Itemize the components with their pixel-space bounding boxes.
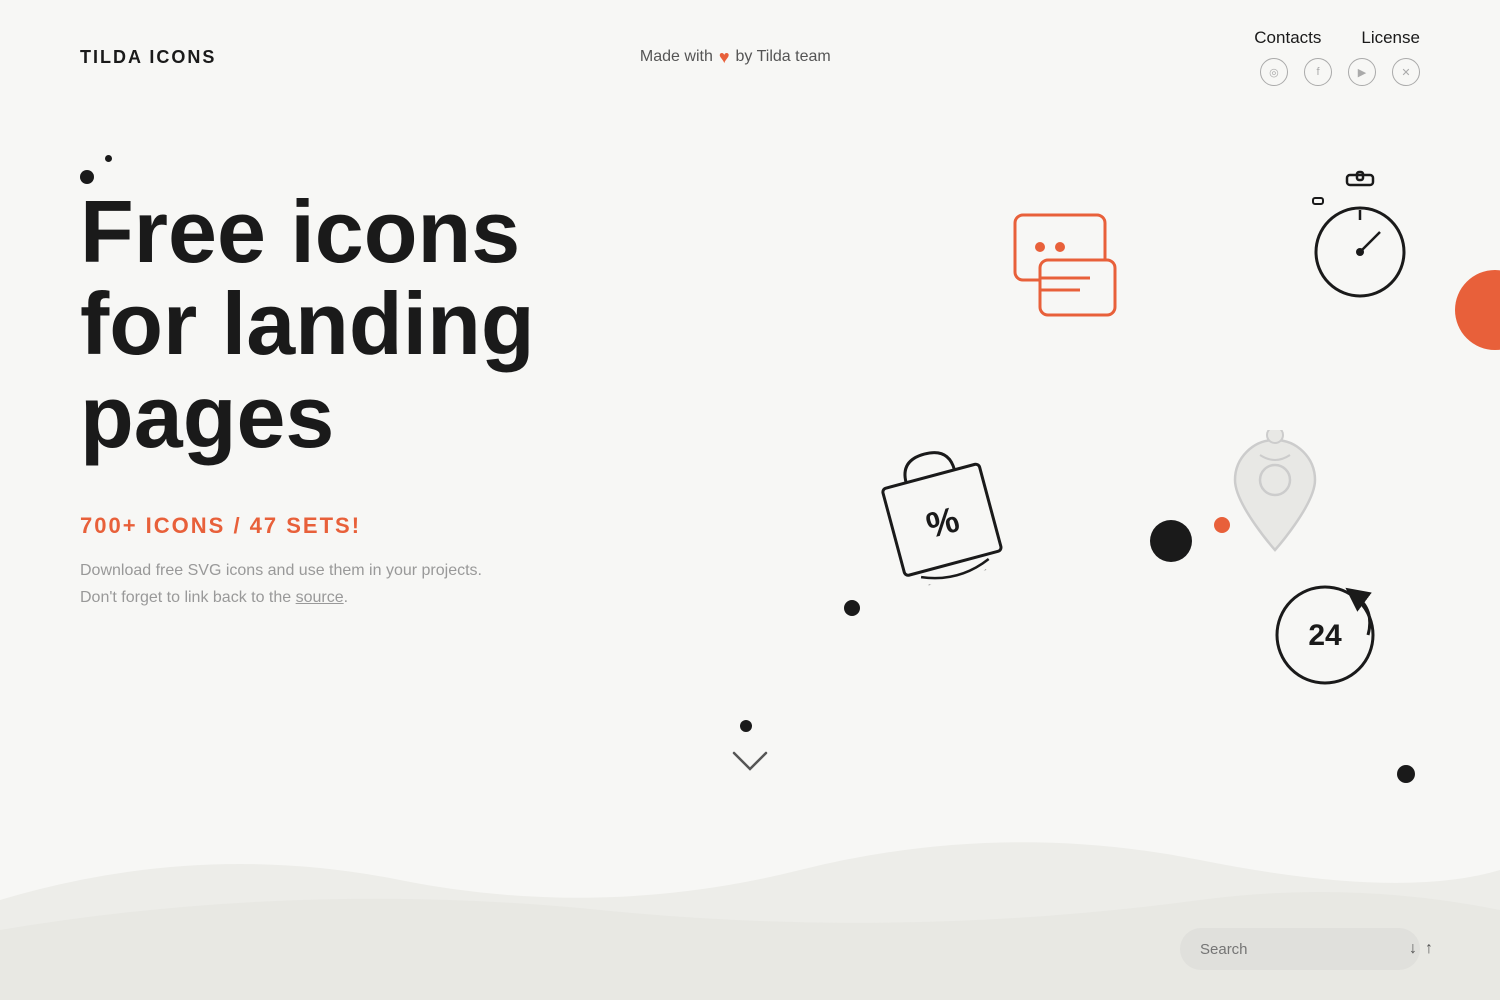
site-logo: TILDA ICONS xyxy=(80,47,216,68)
small-orange-dot xyxy=(1214,517,1230,533)
chat-bubbles-icon xyxy=(1010,210,1140,325)
tagline: Made with ♥ by Tilda team xyxy=(640,47,831,68)
search-bar[interactable]: ↓ ↑ xyxy=(1180,928,1420,970)
large-black-dot xyxy=(1150,520,1192,562)
tagline-prefix: Made with xyxy=(640,48,713,66)
heart-icon: ♥ xyxy=(719,47,730,68)
search-input[interactable] xyxy=(1200,941,1399,958)
hero-description: Download free SVG icons and use them in … xyxy=(80,557,530,611)
location-pin-icon xyxy=(1215,430,1335,565)
source-link[interactable]: source xyxy=(296,589,344,606)
search-next-arrow[interactable]: ↑ xyxy=(1425,940,1433,958)
svg-text:24: 24 xyxy=(1308,619,1342,652)
search-prev-arrow[interactable]: ↓ xyxy=(1409,940,1417,958)
instagram-icon[interactable]: ◎ xyxy=(1260,58,1288,86)
24hours-icon: 24 xyxy=(1270,580,1380,695)
medium-black-dot xyxy=(844,600,860,616)
hero-title: Free icons for landing pages xyxy=(80,186,780,463)
nav-contacts[interactable]: Contacts xyxy=(1254,28,1321,48)
youtube-icon[interactable]: ▶ xyxy=(1348,58,1376,86)
facebook-icon[interactable]: f xyxy=(1304,58,1332,86)
chevron-down-icon[interactable] xyxy=(732,749,768,780)
tiny-black-dot-bottom xyxy=(740,720,752,732)
social-icons: ◎ f ▶ ✕ xyxy=(1260,58,1420,86)
nav-license[interactable]: License xyxy=(1361,28,1420,48)
svg-text:%: % xyxy=(922,498,964,546)
search-arrows: ↓ ↑ xyxy=(1409,940,1433,958)
nav-links: Contacts License xyxy=(1254,28,1420,48)
twitter-icon[interactable]: ✕ xyxy=(1392,58,1420,86)
tagline-suffix: by Tilda team xyxy=(736,48,831,66)
nav-right: Contacts License ◎ f ▶ ✕ xyxy=(1254,28,1420,86)
stopwatch-icon xyxy=(1305,170,1415,305)
